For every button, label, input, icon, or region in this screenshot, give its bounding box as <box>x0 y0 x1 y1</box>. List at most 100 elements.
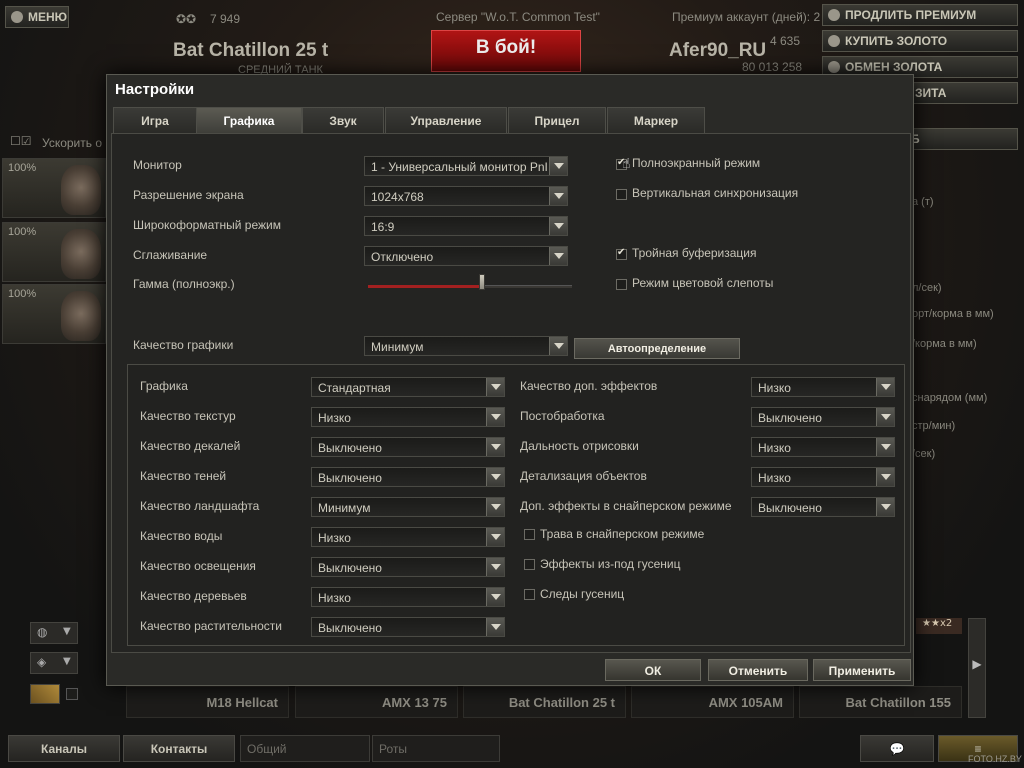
carousel-tank-4[interactable]: AMX 105AM <box>631 686 794 718</box>
setting-select-shadows[interactable]: Выключено <box>311 467 505 487</box>
chevron-down-icon <box>549 337 567 355</box>
setting-label: Качество ландшафта <box>140 499 260 513</box>
resolution-select[interactable]: 1024x768 <box>364 186 568 206</box>
vsync-checkbox[interactable] <box>616 189 627 200</box>
colorblind-checkbox[interactable] <box>616 279 627 290</box>
track-effects-checkbox[interactable] <box>524 559 535 570</box>
chevron-down-icon: ▼ <box>63 656 71 667</box>
accelerate-checkbox-icon[interactable]: ☐☑ <box>10 134 32 148</box>
chevron-down-icon <box>876 498 894 516</box>
track-effects-label: Эффекты из-под гусениц <box>540 557 681 571</box>
chevron-down-icon <box>549 217 567 235</box>
vsync-label: Вертикальная синхронизация <box>632 186 799 200</box>
setting-select-object-detail[interactable]: Низко <box>751 467 895 487</box>
companies-input[interactable]: Роты <box>372 735 500 762</box>
gamma-slider[interactable] <box>368 285 572 288</box>
globe-icon: ◍ <box>37 625 48 639</box>
track-marks-label: Следы гусениц <box>540 587 625 601</box>
filter-checkbox[interactable] <box>66 688 78 700</box>
monitor-select[interactable]: 1 - Универсальный монитор PnI <box>364 156 568 176</box>
chevron-down-icon <box>486 378 504 396</box>
setting-select-trees[interactable]: Низко <box>311 587 505 607</box>
tab-game[interactable]: Игра <box>113 107 197 133</box>
crew-slot-1[interactable]: 100% <box>2 158 106 218</box>
crew-slot-3[interactable]: 100% <box>2 284 106 344</box>
globe-dropdown[interactable]: ◍ ▼ <box>30 622 78 644</box>
buy-gold-button[interactable]: КУПИТЬ ЗОЛОТО <box>822 30 1018 52</box>
tab-graphics[interactable]: Графика <box>196 107 302 133</box>
ok-button[interactable]: ОК <box>605 659 701 681</box>
channels-button[interactable]: Каналы <box>8 735 120 762</box>
tab-marker[interactable]: Маркер <box>607 107 705 133</box>
chevron-down-icon <box>486 528 504 546</box>
gamma-slider-handle[interactable] <box>479 274 486 290</box>
crew-portrait <box>61 165 101 215</box>
chevron-down-icon <box>486 588 504 606</box>
monitor-label: Монитор <box>133 158 182 172</box>
tank-count: 7 949 <box>210 12 241 26</box>
advanced-settings-box: Графика Стандартная Качество текстур Низ… <box>127 364 905 646</box>
autodetect-button[interactable]: Автоопределение <box>574 338 740 359</box>
crew-portrait <box>61 291 101 341</box>
apply-button[interactable]: Применить <box>813 659 911 681</box>
spec-text: л/сек) <box>912 282 942 294</box>
setting-label: Постобработка <box>520 409 605 423</box>
setting-label: Детализация объектов <box>520 469 647 483</box>
chevron-down-icon <box>549 187 567 205</box>
fullscreen-label: Полноэкранный режим <box>632 156 761 170</box>
setting-label: Качество теней <box>140 469 227 483</box>
spec-text: орт/корма в мм) <box>912 308 994 320</box>
antialiasing-select[interactable]: Отключено <box>364 246 568 266</box>
track-marks-checkbox[interactable] <box>524 589 535 600</box>
graphics-quality-select[interactable]: Минимум <box>364 336 568 356</box>
setting-select-draw-distance[interactable]: Низко <box>751 437 895 457</box>
battle-button[interactable]: В бой! <box>431 30 581 72</box>
credits-amount: 80 013 258 <box>742 60 803 74</box>
setting-select-terrain[interactable]: Минимум <box>311 497 505 517</box>
crew-portrait <box>61 229 101 279</box>
chat-icon[interactable]: 💬 <box>860 735 934 762</box>
chevron-down-icon <box>549 247 567 265</box>
tank-name: Bat Chatillon 25 t <box>173 40 329 61</box>
right-button-partial-b[interactable]: Б <box>900 128 1018 150</box>
premium-days: Премиум аккаунт (дней): 2 <box>672 10 821 24</box>
nation-dropdown[interactable]: ◈ ▼ <box>30 652 78 674</box>
filter-toggle[interactable] <box>30 684 60 704</box>
carousel-tank-5[interactable]: Bat Chatillon 155 <box>799 686 962 718</box>
sniper-grass-checkbox[interactable] <box>524 529 535 540</box>
setting-select-extra-effects[interactable]: Низко <box>751 377 895 397</box>
carousel-tank-2[interactable]: AMX 13 75 <box>295 686 458 718</box>
setting-label: Графика <box>140 379 188 393</box>
carousel-next-arrow-icon[interactable]: ▶ <box>968 618 986 718</box>
contacts-button[interactable]: Контакты <box>123 735 235 762</box>
setting-select-postprocessing[interactable]: Выключено <box>751 407 895 427</box>
setting-select-vegetation[interactable]: Выключено <box>311 617 505 637</box>
carousel-tank-1[interactable]: M18 Hellcat <box>126 686 289 718</box>
colorblind-label: Режим цветовой слепоты <box>632 276 774 290</box>
setting-label: Качество растительности <box>140 619 283 633</box>
tab-controls[interactable]: Управление <box>385 107 507 133</box>
setting-select-decals[interactable]: Выключено <box>311 437 505 457</box>
chevron-down-icon <box>876 468 894 486</box>
triple-buffering-checkbox[interactable] <box>616 247 627 260</box>
tab-sight[interactable]: Прицел <box>508 107 606 133</box>
widescreen-select[interactable]: 16:9 <box>364 216 568 236</box>
extend-premium-button[interactable]: ПРОДЛИТЬ ПРЕМИУМ <box>822 4 1018 26</box>
resolution-label: Разрешение экрана <box>133 188 244 202</box>
setting-select-graphics[interactable]: Стандартная <box>311 377 505 397</box>
setting-select-sniper-effects[interactable]: Выключено <box>751 497 895 517</box>
graphics-quality-label: Качество графики <box>133 338 234 352</box>
spec-text: а (т) <box>912 196 934 208</box>
setting-select-lighting[interactable]: Выключено <box>311 557 505 577</box>
menu-button[interactable]: МЕНЮ <box>5 6 69 28</box>
cancel-button[interactable]: Отменить <box>708 659 808 681</box>
carousel-tank-3[interactable]: Bat Chatillon 25 t <box>463 686 626 718</box>
setting-select-textures[interactable]: Низко <box>311 407 505 427</box>
chevron-down-icon <box>486 468 504 486</box>
common-chat-input[interactable]: Общий <box>240 735 370 762</box>
setting-select-water[interactable]: Низко <box>311 527 505 547</box>
tab-sound[interactable]: Звук <box>302 107 384 133</box>
crew-slot-2[interactable]: 100% <box>2 222 106 282</box>
chevron-down-icon: ▼ <box>63 626 71 637</box>
tank-count-icon: ✪✪ <box>176 12 197 26</box>
